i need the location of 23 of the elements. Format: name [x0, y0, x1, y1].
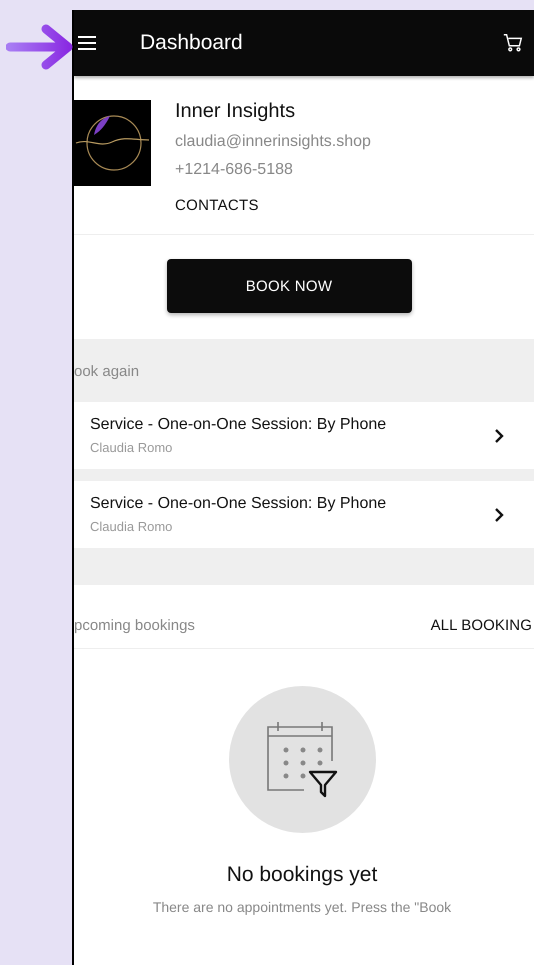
business-phone: +1214-686-5188 [175, 161, 294, 179]
business-email: claudia@innerinsights.shop [175, 133, 371, 151]
empty-message: There are no appointments yet. Press the "Book [152, 899, 452, 915]
chevron-icon [494, 428, 504, 442]
business-name: Inner Insights [175, 100, 296, 123]
all-bookings-link[interactable]: ALL BOOKING [430, 617, 532, 634]
calendar-filter-icon [264, 720, 340, 800]
section-heading: pcoming bookings [74, 617, 195, 634]
empty-title: No bookings yet [226, 863, 378, 887]
cart-button[interactable] [502, 32, 524, 54]
page-title: Dashboard [140, 31, 244, 55]
book-now-button[interactable]: BOOK NOW [166, 259, 412, 313]
arrow-icon [6, 24, 74, 72]
service-title: Service - One-on-One Session: By Phone [90, 495, 388, 513]
section-heading: ook again [74, 362, 140, 382]
service-row[interactable]: Service - One-on-One Session: By Phone Claudia Romo [74, 402, 534, 469]
provider-name: Claudia Romo [90, 519, 174, 534]
service-row[interactable]: Service - One-on-One Session: By Phone Claudia Romo [74, 481, 534, 548]
service-title: Service - One-on-One Session: By Phone [90, 416, 388, 434]
chevron-icon [494, 508, 504, 522]
provider-name: Claudia Romo [90, 440, 174, 455]
contacts-link[interactable]: CONTACTS [175, 197, 371, 214]
menu-button[interactable] [76, 34, 98, 52]
